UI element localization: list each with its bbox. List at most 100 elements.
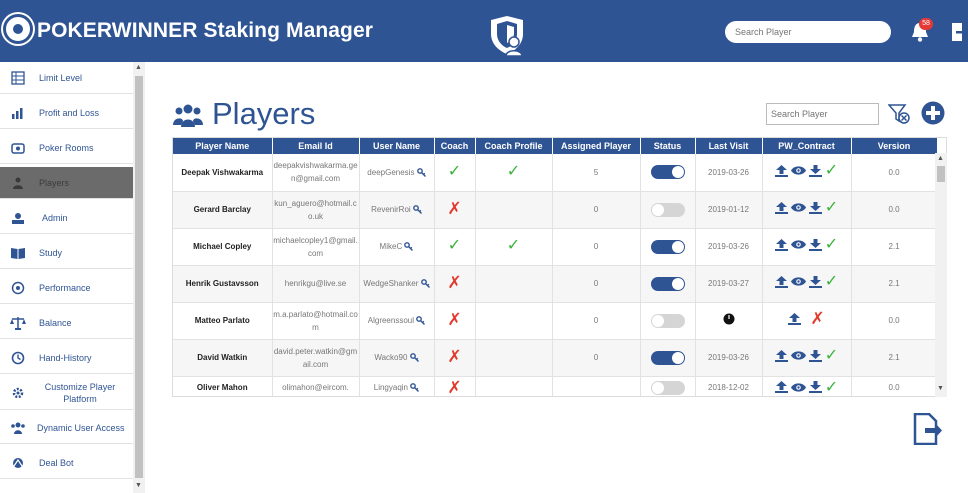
table-scrollbar[interactable]: ▲ ▼ [935,153,947,397]
player-search-input[interactable] [766,103,879,125]
upload-icon[interactable] [774,275,788,288]
status-toggle[interactable] [650,276,685,291]
key-icon[interactable] [404,242,414,252]
export-file-icon[interactable] [912,413,942,445]
view-eye-icon[interactable] [790,276,806,287]
key-icon[interactable] [420,279,430,289]
download-icon[interactable] [808,381,822,393]
sidebar-item-balance[interactable]: Balance [0,307,133,339]
sidebar-item-profit-and-loss[interactable]: Profit and Loss [0,97,133,129]
upload-icon[interactable] [788,312,802,325]
coach-cell: ✓ [434,228,476,266]
status-toggle[interactable] [650,313,685,328]
upload-icon[interactable] [774,201,788,214]
sidebar-item-label: Study [39,247,63,258]
sidebar-item-hand-history[interactable]: Hand-History [0,342,133,374]
scroll-up-arrow-icon[interactable]: ▲ [937,155,944,162]
sidebar-item-admin[interactable]: Admin [0,202,133,234]
scroll-down-arrow-icon[interactable]: ▼ [937,385,944,392]
column-header[interactable]: Version [851,138,938,154]
players-group-icon [173,104,203,127]
table-row[interactable]: Deepak Vishwakarma deepakvishwakarma.gen@… [173,154,938,192]
player-name[interactable]: Oliver Mahon [173,376,273,396]
header-search-input[interactable] [725,21,891,43]
coach-cell: ✗ [434,376,476,396]
table-row[interactable]: Oliver Mahon olimahon@eircom. Lingyaqin ✗ 2… [173,376,938,396]
sidebar-item-customize-player-platform[interactable]: Customize Player Platform [0,376,133,410]
download-icon[interactable] [808,349,822,362]
view-eye-icon[interactable] [790,239,806,250]
history-icon [10,350,26,366]
player-name[interactable]: Michael Copley [173,228,273,266]
view-eye-icon[interactable] [790,350,806,361]
player-name[interactable]: Henrik Gustavsson [173,265,273,303]
column-header[interactable]: Last Visit [695,138,763,154]
status-toggle[interactable] [650,350,685,365]
sidebar-item-limit-level[interactable]: Limit Level [0,62,133,94]
column-header[interactable]: Status [640,138,696,154]
upload-icon[interactable] [774,349,788,362]
column-header[interactable]: Player Name [173,138,273,154]
download-icon[interactable] [808,164,822,177]
key-icon[interactable] [409,353,419,363]
view-eye-icon[interactable] [790,382,806,393]
check-icon: ✓ [824,378,839,396]
pw-contract-cell: ✓ [762,154,852,192]
player-name[interactable]: Matteo Parlato [173,302,273,340]
sidebar-item-dynamic-user-access[interactable]: Dynamic User Access [0,412,133,444]
scroll-down-arrow-icon[interactable]: ▼ [135,482,142,489]
check-icon: ✓ [506,162,521,180]
download-icon[interactable] [808,275,822,288]
view-eye-icon[interactable] [790,165,806,176]
download-icon[interactable] [808,201,822,214]
sidebar-item-study[interactable]: Study [0,237,133,269]
column-header[interactable]: User Name [359,138,435,154]
status-toggle[interactable] [650,239,685,254]
check-icon: ✓ [447,237,462,254]
table-row[interactable]: Michael Copley michaelcopley1@gmail.com Mi… [173,228,938,266]
assigned-player-count: 0 [552,265,641,303]
upload-icon[interactable] [774,381,788,393]
column-header[interactable]: Email Id [272,138,360,154]
logout-icon[interactable] [952,23,966,41]
key-icon[interactable] [416,168,426,178]
table-row[interactable]: Henrik Gustavsson henrikgu@live.se WedgeSh… [173,265,938,303]
view-eye-icon[interactable] [790,202,806,213]
email-cell: deepakvishwakarma.gen@gmail.com [272,154,360,192]
sidebar-item-players[interactable]: Players [0,167,133,199]
notification-count-badge: 58 [919,18,933,30]
sidebar-scroll-thumb[interactable] [135,76,143,478]
key-icon[interactable] [413,205,422,215]
filter-clear-icon[interactable] [888,103,910,125]
sidebar-item-poker-rooms[interactable]: Poker Rooms [0,132,133,164]
table-row[interactable]: Matteo Parlato m.a.parlato@hotmail.com Alg… [173,302,938,340]
status-toggle[interactable] [650,165,685,180]
sidebar-item-performance[interactable]: Performance [0,272,133,304]
table-scroll-thumb[interactable] [937,166,945,182]
sidebar-item-deal-bot[interactable]: Deal Bot [0,447,133,479]
status-toggle[interactable] [650,380,685,395]
key-icon[interactable] [416,316,426,326]
upload-icon[interactable] [774,238,788,251]
cross-icon: ✗ [447,346,462,366]
player-name[interactable]: Gerard Barclay [173,191,273,229]
table-row[interactable]: Gerard Barclay kun_aguero@hotmail.co.uk Re… [173,191,938,229]
column-header[interactable]: PW_Contract [762,138,852,154]
key-icon[interactable] [410,382,420,392]
player-name[interactable]: Deepak Vishwakarma [173,154,273,192]
column-header[interactable]: Coach Profile [475,138,553,154]
status-toggle[interactable] [650,202,685,217]
column-header[interactable]: Assigned Player [552,138,641,154]
check-icon: ✓ [447,162,462,180]
download-icon[interactable] [808,238,822,251]
sidebar-scrollbar[interactable]: ▲ ▼ [133,62,145,493]
column-header[interactable]: Coach [434,138,476,154]
upload-icon[interactable] [774,164,788,177]
version-text: 0.0 [851,154,938,192]
add-player-icon[interactable] [921,101,945,125]
scroll-up-arrow-icon[interactable]: ▲ [135,64,142,71]
pw-contract-cell: ✓ [762,376,852,396]
username-cell: WedgeShanker [359,265,435,303]
player-name[interactable]: David Watkin [173,339,273,377]
table-row[interactable]: David Watkin david.peter.watkin@gmail.com… [173,339,938,377]
